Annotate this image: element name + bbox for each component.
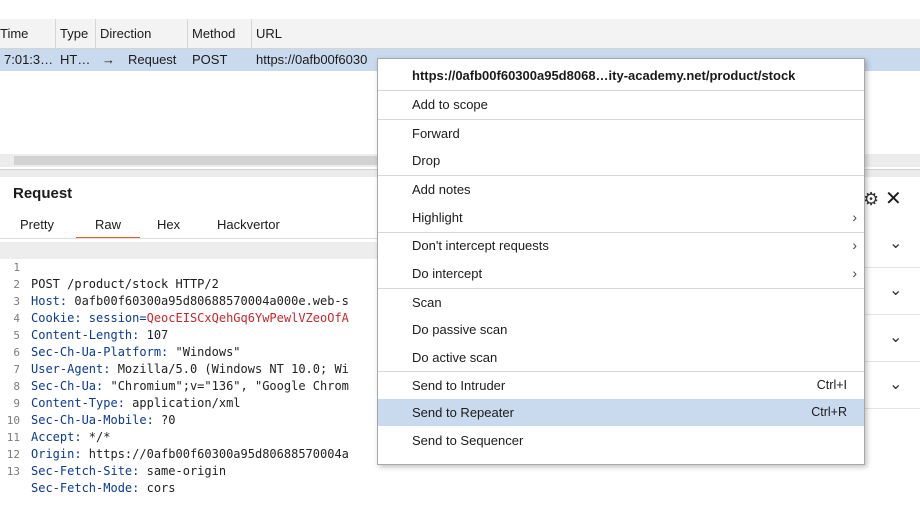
menu-header-url: https://0afb00f60300a95d8068…ity-academy…: [412, 68, 796, 83]
menu-item-scan[interactable]: Scan: [378, 289, 864, 316]
direction-arrow-icon: →: [102, 52, 115, 67]
chevron-down-icon: ⌄: [889, 376, 903, 393]
inspector-section[interactable]: ⌄: [863, 268, 920, 315]
column-url[interactable]: URL: [252, 19, 920, 48]
chevron-right-icon: ›: [852, 237, 857, 253]
header-value: cors: [139, 481, 176, 495]
header-value: same-origin: [139, 464, 227, 478]
cell-method: POST: [192, 52, 228, 67]
tab-hex[interactable]: Hex: [157, 215, 180, 237]
top-strip: [0, 0, 920, 20]
inspector-sidebar: ⚙ ✕ ⌄ ⌄ ⌄ ⌄: [863, 177, 920, 463]
menu-item-drop[interactable]: Drop: [378, 147, 864, 174]
menu-item-active-scan[interactable]: Do active scan: [378, 344, 864, 371]
request-panel-title: Request: [13, 185, 73, 202]
header-name: Sec-Fetch-Site:: [31, 464, 140, 478]
menu-item-passive-scan[interactable]: Do passive scan: [378, 316, 864, 343]
column-direction[interactable]: Direction: [96, 19, 188, 48]
inspector-section[interactable]: ⌄: [863, 221, 920, 268]
tab-pretty[interactable]: Pretty: [20, 215, 54, 237]
menu-item-add-notes[interactable]: Add notes: [378, 176, 864, 203]
column-type[interactable]: Type: [56, 19, 96, 48]
close-icon[interactable]: ✕: [885, 189, 902, 209]
menu-item-send-to-sequencer[interactable]: Send to Sequencer: [378, 427, 864, 454]
chevron-right-icon: ›: [852, 209, 857, 225]
cell-url: https://0afb00f6030: [256, 52, 368, 67]
tab-raw[interactable]: Raw: [76, 215, 141, 239]
chevron-down-icon: ⌄: [889, 235, 903, 252]
menu-item-do-intercept[interactable]: Do intercept ›: [378, 260, 864, 287]
context-menu: https://0afb00f60300a95d8068…ity-academy…: [377, 58, 865, 465]
column-time[interactable]: Time: [0, 19, 56, 48]
chevron-right-icon: ›: [852, 265, 857, 281]
column-method[interactable]: Method: [188, 19, 252, 48]
menu-item-forward[interactable]: Forward: [378, 120, 864, 147]
inspector-section[interactable]: ⌄: [863, 315, 920, 362]
line-number: 13: [6, 465, 20, 478]
menu-item-send-to-repeater[interactable]: Send to Repeater Ctrl+R: [378, 399, 864, 426]
cell-type: HT…: [60, 52, 91, 67]
inspector-section[interactable]: ⌄: [863, 362, 920, 409]
cell-direction: Request: [128, 52, 177, 67]
menu-item-dont-intercept[interactable]: Don't intercept requests ›: [378, 232, 864, 259]
cell-time: 7:01:3…: [4, 52, 54, 67]
chevron-down-icon: ⌄: [889, 329, 903, 346]
menu-item-add-to-scope[interactable]: Add to scope: [378, 91, 864, 118]
menu-item-highlight[interactable]: Highlight ›: [378, 204, 864, 231]
table-header: Time Type Direction Method URL: [0, 19, 920, 49]
menu-item-send-to-intruder[interactable]: Send to Intruder Ctrl+I: [378, 372, 864, 399]
shortcut-label: Ctrl+R: [811, 405, 847, 419]
shortcut-label: Ctrl+I: [816, 378, 847, 392]
tab-hackvertor[interactable]: Hackvertor: [217, 215, 280, 237]
chevron-down-icon: ⌄: [889, 282, 903, 299]
header-name: Sec-Fetch-Mode:: [31, 481, 140, 495]
gear-icon[interactable]: ⚙: [863, 189, 879, 209]
